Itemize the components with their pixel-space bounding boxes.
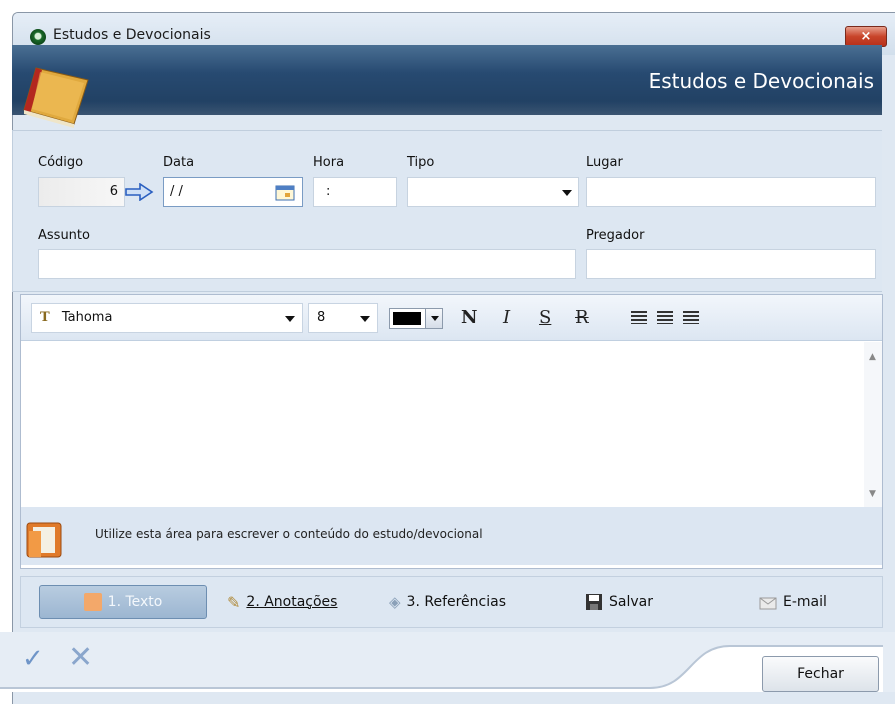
folder-icon <box>26 522 62 558</box>
chevron-down-icon <box>285 316 295 322</box>
codigo-label: Código <box>38 155 84 170</box>
footer-wave <box>0 645 883 692</box>
banner-title: Estudos e Devocionais <box>648 69 874 93</box>
align-right-icon[interactable] <box>683 311 699 324</box>
form-panel: Código 6 Data / / Hora : Tipo Lugar Assu… <box>12 130 882 292</box>
scroll-up-icon[interactable]: ▲ <box>869 352 876 362</box>
font-name: Tahoma <box>61 310 113 325</box>
confirm-icon[interactable]: ✓ <box>22 644 44 674</box>
tipo-select[interactable] <box>407 177 579 207</box>
font-size-value: 8 <box>317 310 326 325</box>
app-icon <box>30 29 46 45</box>
email-icon <box>759 597 777 610</box>
chevron-down-icon <box>562 190 572 196</box>
scroll-down-icon[interactable]: ▼ <box>869 489 876 499</box>
banner-shine <box>12 101 882 115</box>
assunto-field[interactable] <box>38 249 576 279</box>
tabs-panel: 1. Texto ✎ 2. Anotações ◈ 3. Referências… <box>20 576 883 628</box>
pregador-label: Pregador <box>586 228 645 243</box>
text-tab-icon <box>83 593 102 611</box>
tab-anotacoes[interactable]: ✎ 2. Anotações <box>227 585 337 619</box>
assunto-label: Assunto <box>38 228 90 243</box>
font-size-select[interactable]: 8 <box>308 303 378 333</box>
hora-field[interactable]: : <box>313 177 397 207</box>
pencil-icon: ✎ <box>227 592 241 612</box>
lugar-field[interactable] <box>586 177 876 207</box>
save-label: Salvar <box>609 594 653 610</box>
pregador-field[interactable] <box>586 249 876 279</box>
next-code-arrow-icon[interactable] <box>124 183 154 201</box>
align-left-icon[interactable] <box>631 311 647 324</box>
hint-bar: Utilize esta área para escrever o conteú… <box>21 507 882 565</box>
font-select[interactable]: T Tahoma <box>31 303 303 333</box>
tab-referencias-label: 3. Referências <box>406 594 507 610</box>
hora-label: Hora <box>313 155 345 170</box>
color-swatch <box>393 312 421 325</box>
chevron-down-icon <box>360 316 370 322</box>
header-banner: Estudos e Devocionais <box>12 45 882 115</box>
window-title: Estudos e Devocionais <box>53 27 211 43</box>
tab-texto-label: 1. Texto <box>107 594 163 610</box>
tipo-label: Tipo <box>407 155 435 170</box>
tab-anotacoes-label: 2. Anotações <box>246 594 338 610</box>
bold-button[interactable]: N <box>461 307 477 328</box>
close-button[interactable]: Fechar <box>762 656 879 692</box>
lugar-label: Lugar <box>586 155 623 170</box>
italic-button[interactable]: I <box>503 307 510 328</box>
vertical-scrollbar[interactable]: ▲ ▼ <box>864 342 882 507</box>
book-icon <box>23 67 89 128</box>
content-editor[interactable] <box>21 342 882 507</box>
editor-hint: Utilize esta área para escrever o conteú… <box>95 527 483 541</box>
save-icon <box>586 594 602 610</box>
tab-referencias[interactable]: ◈ 3. Referências <box>389 585 506 619</box>
font-type-icon: T <box>40 310 50 325</box>
email-button[interactable]: E-mail <box>759 585 827 619</box>
editor-panel: T Tahoma 8 N I S R ▲ ▼ Utilize esta área… <box>20 294 883 569</box>
close-window-button[interactable]: × <box>845 26 887 47</box>
reference-icon: ◈ <box>389 593 401 611</box>
email-label: E-mail <box>783 594 827 610</box>
save-button[interactable]: Salvar <box>585 585 653 619</box>
color-dropdown <box>425 309 442 328</box>
strikethrough-button[interactable]: R <box>575 307 589 328</box>
underline-button[interactable]: S <box>539 307 551 328</box>
data-label: Data <box>163 155 195 170</box>
calendar-icon[interactable] <box>275 185 295 201</box>
align-center-icon[interactable] <box>657 311 673 324</box>
tab-texto[interactable]: 1. Texto <box>39 585 207 619</box>
cancel-icon[interactable]: ✕ <box>68 640 93 675</box>
codigo-field: 6 <box>38 177 125 207</box>
chevron-down-icon <box>431 316 439 321</box>
color-picker[interactable] <box>389 308 443 329</box>
format-toolbar: T Tahoma 8 N I S R <box>21 295 882 341</box>
